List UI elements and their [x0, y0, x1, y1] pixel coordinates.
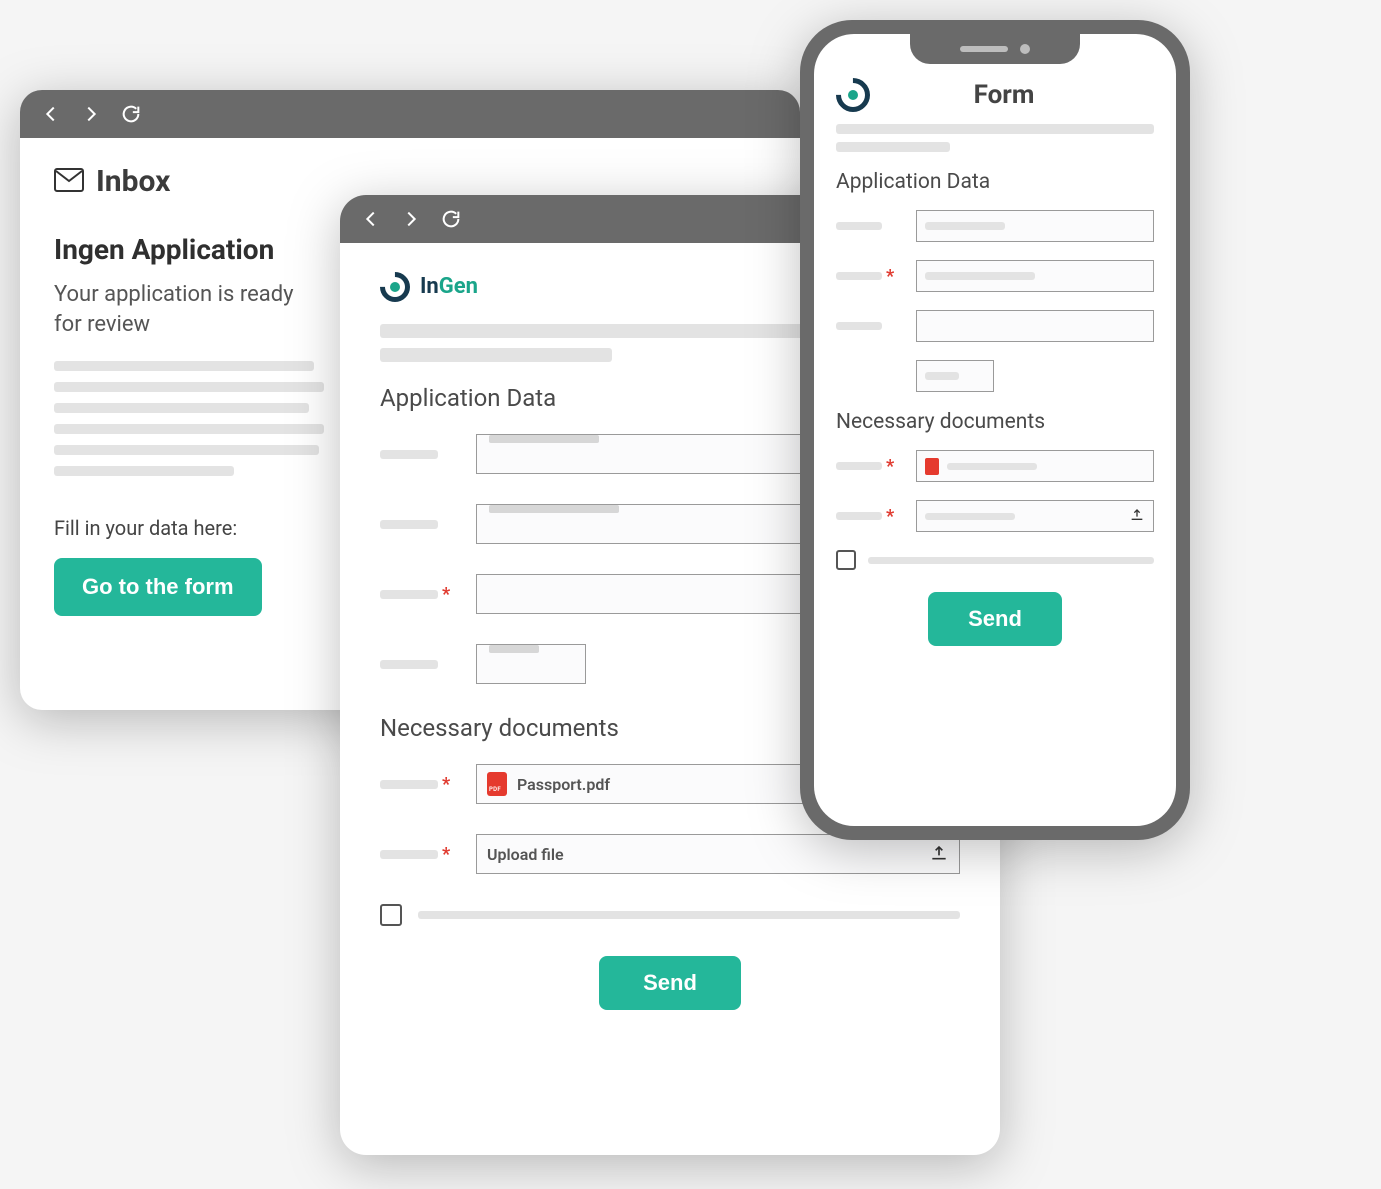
checkbox[interactable]	[380, 904, 402, 926]
text-input[interactable]	[916, 310, 1154, 342]
form-field	[836, 210, 1154, 242]
text-input[interactable]	[916, 210, 1154, 242]
upload-icon	[929, 842, 949, 866]
phone-intro-placeholder	[836, 124, 1154, 152]
section-application-data: Application Data	[836, 170, 1154, 194]
upload-field: * Upload file	[380, 834, 960, 874]
back-icon[interactable]	[40, 103, 62, 125]
uploaded-file[interactable]	[916, 450, 1154, 482]
upload-placeholder: Upload file	[487, 845, 564, 864]
section-documents: Necessary documents	[836, 410, 1154, 434]
brand-name: InGen	[420, 274, 478, 299]
browser-chrome	[20, 90, 800, 138]
upload-field: *	[836, 450, 1154, 482]
send-button[interactable]: Send	[599, 956, 741, 1010]
mail-preview: Your application is ready for review	[54, 280, 324, 339]
checkbox-label-placeholder	[418, 911, 960, 919]
mail-body-placeholder	[54, 361, 334, 476]
forward-icon[interactable]	[400, 208, 422, 230]
refresh-icon[interactable]	[120, 103, 142, 125]
text-input[interactable]	[916, 260, 1154, 292]
forward-icon[interactable]	[80, 103, 102, 125]
phone-form-title: Form	[854, 80, 1154, 110]
phone-mock: Form Application Data *	[800, 20, 1190, 840]
required-marker: *	[442, 774, 450, 795]
required-marker: *	[442, 584, 450, 605]
text-input[interactable]	[476, 644, 586, 684]
send-button[interactable]: Send	[928, 592, 1062, 646]
logo-icon	[380, 272, 410, 302]
pdf-icon	[925, 458, 939, 475]
upload-field: *	[836, 500, 1154, 532]
uploaded-filename: Passport.pdf	[517, 775, 610, 794]
refresh-icon[interactable]	[440, 208, 462, 230]
upload-icon	[1129, 506, 1145, 526]
inbox-title: Inbox	[96, 164, 170, 199]
checkbox[interactable]	[836, 550, 856, 570]
upload-file-button[interactable]	[916, 500, 1154, 532]
upload-file-button[interactable]: Upload file	[476, 834, 960, 874]
agreement-checkbox-row	[836, 550, 1154, 570]
required-marker: *	[886, 506, 894, 527]
form-field	[836, 360, 1154, 392]
required-marker: *	[886, 266, 894, 287]
brand-logo: InGen	[380, 272, 478, 302]
form-field: *	[836, 260, 1154, 292]
pdf-icon	[487, 772, 507, 796]
envelope-icon	[54, 168, 84, 196]
text-input[interactable]	[916, 360, 994, 392]
required-marker: *	[886, 456, 894, 477]
phone-notch	[910, 34, 1080, 64]
form-field	[836, 310, 1154, 342]
back-icon[interactable]	[360, 208, 382, 230]
checkbox-label-placeholder	[868, 557, 1154, 564]
required-marker: *	[442, 844, 450, 865]
agreement-checkbox-row	[380, 904, 960, 926]
go-to-form-button[interactable]: Go to the form	[54, 558, 262, 616]
logo-icon	[836, 78, 870, 112]
